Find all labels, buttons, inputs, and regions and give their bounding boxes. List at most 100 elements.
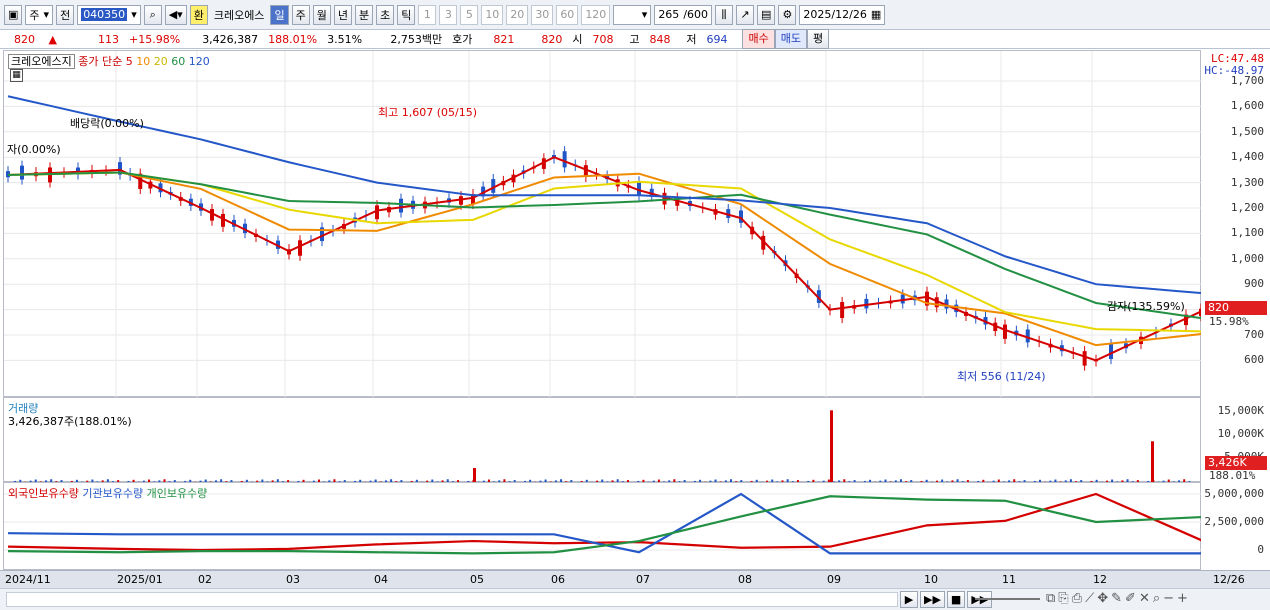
volume: 3,426,387 [202, 32, 259, 46]
current-volume-pct: 188.01% [1209, 469, 1256, 482]
date-tick: 06 [551, 573, 565, 586]
foreign-holdings-label: 외국인보유수량 [8, 487, 79, 500]
price-tick: 1,300 [1230, 175, 1264, 189]
market-select[interactable]: 주 ▾ [25, 4, 54, 25]
layout-icon[interactable]: ⧉ [1046, 591, 1055, 606]
hoga-label: 호가 [452, 33, 473, 46]
date-tick: 2025/01 [117, 573, 163, 586]
search-icon[interactable]: ⌕ [1153, 591, 1160, 606]
candle-icon[interactable]: ⫼ [715, 4, 734, 25]
save-icon[interactable]: ▤ [757, 4, 776, 25]
price-tick: 1,000 [1230, 251, 1264, 265]
ma5-label: 5 [125, 55, 133, 68]
draw-icon[interactable]: ↗ [736, 4, 755, 25]
date-tick: 09 [827, 573, 841, 586]
zoom-slider[interactable] [975, 598, 1040, 600]
exchange-icon[interactable]: 환 [189, 4, 208, 25]
ma10-label: 10 [136, 55, 151, 68]
interval-3[interactable]: 3 [439, 4, 458, 25]
speaker-icon[interactable]: ◀▾ [164, 4, 187, 25]
holdings-panel[interactable]: 외국인보유수량 기관보유수량 개인보유수량 [3, 482, 1202, 570]
price-tick: 900 [1244, 277, 1264, 291]
market-label: 주 [29, 8, 40, 22]
cross-icon[interactable]: ✕ [1139, 591, 1150, 606]
price: 820 [14, 32, 35, 46]
price-tick: 1,200 [1230, 201, 1264, 214]
play-icon[interactable]: ▶ [900, 591, 918, 608]
period-minute[interactable]: 분 [354, 4, 374, 25]
ma120-label: 120 [188, 55, 210, 68]
ma20-label: 20 [153, 55, 168, 68]
stock-name: 크레오에스 [213, 8, 265, 22]
fast-forward-icon[interactable]: ▶▶ [920, 591, 945, 608]
scroll-bar[interactable]: ▶ ▶▶ ■ ▶▶ ⧉ ⎘ ⎙ ⟋ ✥ ✎ ✐ ✕ ⌕ − + [0, 588, 1270, 610]
window-icon[interactable]: ▣ [4, 4, 23, 25]
amount: 2,753백만 [390, 33, 443, 46]
period-monthly[interactable]: 월 [312, 4, 331, 25]
interval-select[interactable]: ▾ [613, 4, 652, 25]
holdings-line-2 [7, 495, 1202, 555]
count-total: /600 [683, 8, 709, 21]
buy-button[interactable]: 매수 [742, 29, 775, 49]
dividend-annotation: 배당락(0.00%) [70, 117, 144, 130]
prev-button[interactable]: 전 [56, 4, 75, 25]
interval-60[interactable]: 60 [556, 4, 579, 25]
volume-pct: 188.01% [268, 32, 318, 46]
count-field[interactable]: 265/600 [654, 4, 713, 25]
avg-button[interactable]: 평 [806, 29, 830, 49]
scroll-track[interactable] [6, 592, 898, 607]
price-tick: 1,100 [1230, 226, 1264, 240]
change-pct: +15.98% [129, 32, 181, 46]
candle-body [298, 240, 302, 256]
interval-10[interactable]: 10 [481, 4, 504, 25]
date-tick: 02 [198, 573, 212, 586]
plus-icon[interactable]: + [1177, 591, 1188, 606]
interval-120[interactable]: 120 [581, 4, 611, 25]
price-chart [4, 51, 1202, 398]
code-input[interactable]: 040350 ▾ [77, 4, 141, 25]
period-second[interactable]: 초 [376, 4, 395, 25]
brush-icon[interactable]: ✐ [1125, 591, 1136, 606]
interval-20[interactable]: 20 [506, 4, 529, 25]
individual-holdings-label: 개인보유수량 [146, 487, 208, 500]
search-icon[interactable]: ⌕ [143, 4, 162, 25]
open-price: 708 [592, 32, 614, 46]
sell-button[interactable]: 매도 [774, 29, 807, 49]
minus-icon[interactable]: − [1163, 591, 1174, 606]
right-annotation: 자(0.00%) [7, 143, 61, 156]
interval-30[interactable]: 30 [531, 4, 554, 25]
volume-panel[interactable]: 거래량 3,426,387주(188.01%) [3, 397, 1201, 483]
candle-body [637, 181, 641, 196]
volume-axis: 15,000K 10,000K 5,000K 3,426K 188.01% [1201, 397, 1270, 482]
interval-5[interactable]: 5 [460, 4, 479, 25]
period-yearly[interactable]: 년 [333, 4, 352, 25]
price-tick: 1,500 [1230, 124, 1264, 138]
chart-title[interactable]: 크레오에스지 [8, 54, 75, 69]
copy-icon[interactable]: ⎘ [1058, 591, 1068, 606]
period-tick[interactable]: 틱 [397, 4, 416, 25]
period-daily[interactable]: 일 [270, 4, 289, 25]
date-field[interactable]: 2025/12/26 ▦ [799, 4, 886, 25]
stop-icon[interactable]: ■ [946, 591, 966, 608]
print-icon[interactable]: ⎙ [1072, 591, 1082, 606]
date-axis: 2024/11 2025/01 02 03 04 05 06 07 08 09 10 11 12 12/2… [0, 570, 1270, 588]
date-tick: 10 [924, 573, 938, 586]
low-annotation: 최저 556 (11/24) [957, 370, 1046, 383]
price-tick: 700 [1244, 328, 1264, 341]
line-icon[interactable]: ⟋ [1085, 591, 1094, 606]
volume-spike [1151, 441, 1154, 483]
candle-body [840, 302, 845, 319]
candle-body [562, 151, 567, 168]
draw-icon[interactable]: ✎ [1111, 591, 1122, 606]
price-legend: 크레오에스지 종가 단순 5 10 20 60 120 [8, 53, 210, 69]
price-panel[interactable]: 크레오에스지 종가 단순 5 10 20 60 120 ▦ 배당락(0.00%)… [3, 50, 1202, 398]
gear-icon[interactable]: ⚙ [778, 4, 797, 25]
date-tick: 05 [470, 573, 484, 586]
volume-chart [9, 410, 1191, 483]
current-volume-tag: 3,426K [1205, 456, 1267, 470]
table-icon[interactable]: ▦ [10, 69, 23, 82]
candle-body [1003, 324, 1007, 339]
interval-1[interactable]: 1 [418, 4, 437, 25]
move-icon[interactable]: ✥ [1097, 591, 1108, 606]
period-weekly[interactable]: 주 [291, 4, 310, 25]
